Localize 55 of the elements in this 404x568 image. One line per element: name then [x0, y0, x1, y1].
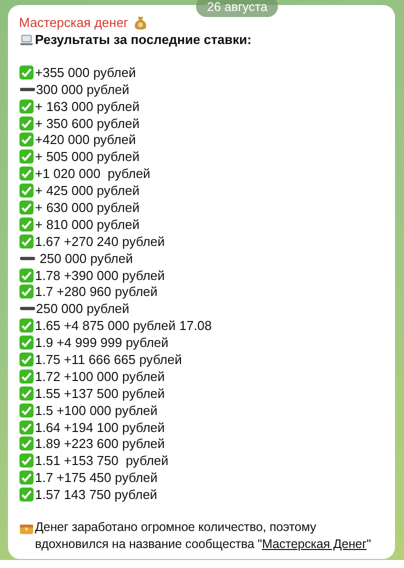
result-text: 1.75 +11 666 665 рублей: [35, 352, 182, 367]
result-text: +420 000 рублей: [35, 132, 136, 148]
result-text: 300 000 рублей: [36, 82, 130, 97]
result-text: +355 000 рублей: [35, 64, 136, 80]
result-text: 1.5 +100 000 рублей: [35, 402, 158, 418]
check-mark-icon: [19, 352, 34, 367]
header-text: Результаты за последние ставки:: [35, 32, 252, 47]
check-mark-icon: [19, 64, 34, 80]
result-text: 1.72 +100 000 рублей: [35, 368, 165, 384]
result-text: 1.7 +280 960 рублей: [35, 284, 158, 300]
check-mark-icon: [19, 284, 34, 300]
check-mark-icon: [19, 234, 34, 249]
result-text: 1.7 +175 450 рублей: [35, 470, 158, 486]
result-text: 250 000 рублей: [36, 301, 130, 316]
check-mark-icon: [19, 268, 34, 283]
check-mark-icon: [19, 132, 34, 148]
result-text: 1.51 +153 750 рублей: [35, 453, 168, 468]
footer-text: Денег заработано огромное количество, поэтому вдохновился на название сообщества "Мастерская Денег": [35, 519, 372, 554]
check-mark-icon: [19, 420, 34, 435]
result-text: 250 000 рублей: [38, 250, 133, 266]
sender-name: Мастерская денег: [19, 14, 128, 30]
result-text: 1.78 +390 000 рублей: [35, 268, 165, 283]
check-mark-icon: [19, 216, 34, 232]
check-mark-icon: [19, 368, 34, 384]
result-text: 1.9 +4 999 999 рублей: [35, 335, 168, 350]
result-text: + 630 000 рублей: [35, 200, 140, 215]
result-text: 1.65 +4 875 000 рублей 17.08: [35, 318, 212, 334]
result-text: + 425 000 рублей: [35, 183, 140, 198]
community-link[interactable]: Мастерская Денег: [262, 537, 367, 552]
result-text: 1.64 +194 100 рублей: [35, 420, 165, 435]
result-text: + 350 600 рублей: [35, 116, 140, 130]
check-mark-icon: [19, 166, 34, 182]
money-bag-icon: [133, 14, 148, 30]
check-mark-icon: [19, 183, 34, 198]
date-badge: 26 августа: [196, 0, 278, 17]
result-text: 1.67 +270 240 рублей: [35, 234, 165, 249]
result-text: +1 020 000 рублей: [35, 166, 150, 182]
check-mark-icon: [19, 436, 34, 452]
result-text: 1.55 +137 500 рублей: [35, 386, 165, 401]
check-mark-icon: [19, 453, 34, 468]
result-text: + 810 000 рублей: [35, 216, 140, 232]
check-mark-icon: [19, 98, 34, 114]
check-mark-icon: [19, 335, 34, 350]
check-mark-icon: [19, 386, 34, 401]
check-mark-icon: [19, 487, 34, 502]
result-text: + 163 000 рублей: [35, 98, 140, 114]
check-mark-icon: [19, 318, 34, 334]
check-mark-icon: [19, 116, 34, 130]
check-mark-icon: [19, 149, 34, 164]
result-text: 1.57 143 750 рублей: [35, 487, 158, 502]
result-text: 1.89 +223 600 рублей: [35, 436, 165, 452]
result-text: + 505 000 рублей: [35, 149, 140, 164]
check-mark-icon: [19, 200, 34, 215]
check-mark-icon: [19, 402, 34, 418]
check-mark-icon: [19, 470, 34, 486]
